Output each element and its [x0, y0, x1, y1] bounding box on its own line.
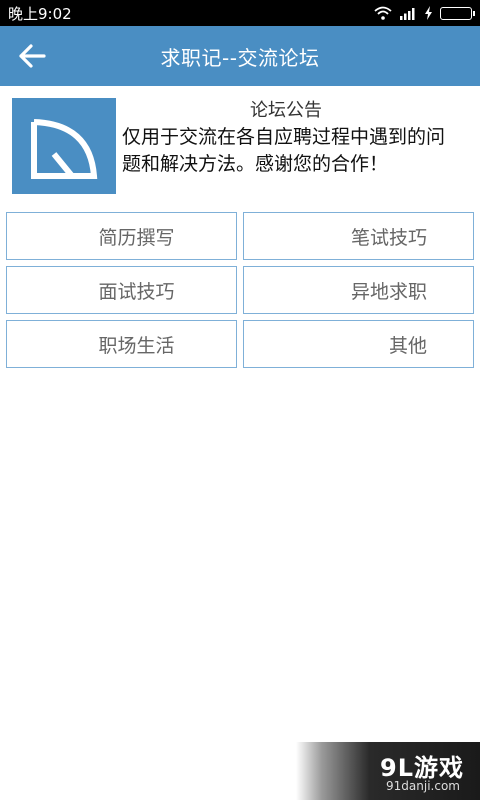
status-icons — [374, 6, 475, 20]
forum-notice: 论坛公告 仅用于交流在各自应聘过程中遇到的问题和解决方法。感谢您的合作！ — [12, 96, 472, 194]
category-resume-button[interactable]: 简历撰写 — [6, 212, 237, 260]
category-written-test-button[interactable]: 笔试技巧 — [243, 212, 474, 260]
wifi-icon — [374, 6, 392, 20]
notice-body: 仅用于交流在各自应聘过程中遇到的问题和解决方法。感谢您的合作！ — [122, 126, 446, 175]
category-grid: 简历撰写 笔试技巧 面试技巧 异地求职 职场生活 其他 — [6, 212, 474, 368]
app-bar: 求职记--交流论坛 — [0, 26, 480, 86]
charging-icon — [425, 6, 432, 20]
back-button[interactable] — [14, 38, 50, 74]
arrow-left-icon — [19, 44, 46, 68]
watermark-url: 91danji.com — [386, 779, 460, 793]
forum-logo-icon — [12, 98, 116, 194]
category-relocation-job-button[interactable]: 异地求职 — [243, 266, 474, 314]
status-bar: 晚上9:02 — [0, 0, 480, 26]
signal-icon — [400, 8, 415, 20]
category-interview-button[interactable]: 面试技巧 — [6, 266, 237, 314]
notice-title: 论坛公告 — [250, 100, 322, 121]
page-title: 求职记--交流论坛 — [160, 45, 320, 70]
category-other-button[interactable]: 其他 — [243, 320, 474, 368]
watermark-main: 9L游戏 — [380, 754, 464, 782]
category-workplace-life-button[interactable]: 职场生活 — [6, 320, 237, 368]
status-time: 晚上9:02 — [8, 4, 72, 23]
battery-icon — [440, 6, 475, 20]
watermark: 9L游戏 91danji.com — [296, 742, 480, 800]
